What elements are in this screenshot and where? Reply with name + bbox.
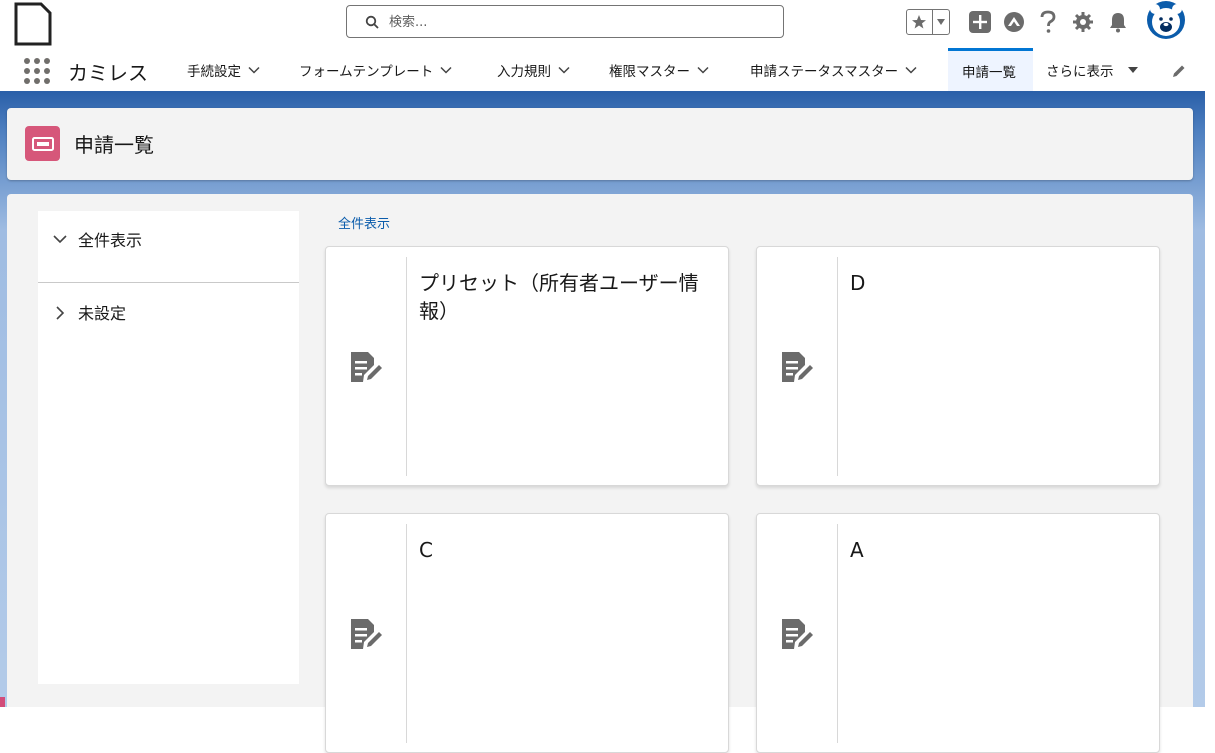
global-header xyxy=(0,0,1215,48)
chevron-down-icon[interactable] xyxy=(247,63,261,77)
divider xyxy=(406,524,407,743)
card-title: A xyxy=(850,538,864,562)
global-actions-add-icon[interactable] xyxy=(968,10,992,34)
chevron-down-icon[interactable] xyxy=(439,63,453,77)
document-edit-icon xyxy=(351,352,382,382)
nav-item-label: 申請一覧 xyxy=(962,65,1016,81)
application-card[interactable]: C xyxy=(325,513,729,753)
chevron-down-icon[interactable] xyxy=(696,63,710,77)
help-icon[interactable] xyxy=(1036,10,1060,34)
chevron-down-icon[interactable] xyxy=(557,63,571,77)
chevron-down-icon[interactable] xyxy=(933,10,949,34)
nav-item-label: 入力規則 xyxy=(497,63,551,80)
nav-item-label: フォームテンプレート xyxy=(299,63,434,80)
nav-item-application-list[interactable]: 申請一覧 xyxy=(948,48,1033,91)
nav-item-validation-rules[interactable]: 入力規則 xyxy=(497,48,571,91)
page-header: 申請一覧 xyxy=(7,108,1193,180)
card-title: D xyxy=(850,271,866,295)
filter-item-unset[interactable]: 未設定 xyxy=(38,283,299,353)
search-icon xyxy=(365,15,379,29)
card-title: C xyxy=(419,538,433,562)
filter-panel: 全件表示 未設定 xyxy=(38,211,299,684)
nav-item-status-master[interactable]: 申請ステータスマスター xyxy=(750,48,918,91)
nav-item-label: さらに表示 xyxy=(1046,63,1114,80)
trailhead-icon[interactable] xyxy=(1002,10,1026,34)
nav-item-permission-master[interactable]: 権限マスター xyxy=(609,48,710,91)
divider xyxy=(837,524,838,743)
filter-item-label: 全件表示 xyxy=(78,231,143,250)
edit-pencil-icon[interactable] xyxy=(1171,63,1187,79)
setup-gear-icon[interactable] xyxy=(1071,10,1095,34)
favorites-group xyxy=(906,9,950,35)
filter-item-label: 未設定 xyxy=(78,304,127,323)
search-input[interactable] xyxy=(387,10,771,35)
notifications-bell-icon[interactable] xyxy=(1106,10,1130,34)
divider xyxy=(406,257,407,476)
page-title: 申請一覧 xyxy=(74,133,154,157)
app-navigation-bar: カミレス 手続設定 フォームテンプレート 入力規則 権限マスター 申請ステータス… xyxy=(0,48,1205,91)
application-card[interactable]: D xyxy=(756,246,1160,486)
document-edit-icon xyxy=(782,619,813,649)
document-edit-icon xyxy=(782,352,813,382)
application-card[interactable]: プリセット（所有者ユーザー情報） xyxy=(325,246,729,486)
breadcrumb[interactable]: 全件表示 xyxy=(338,213,390,232)
favorites-star-icon[interactable] xyxy=(907,10,933,34)
global-search[interactable] xyxy=(346,5,784,38)
nav-item-label: 手続設定 xyxy=(187,63,241,80)
nav-item-more[interactable]: さらに表示 xyxy=(1046,48,1140,91)
chevron-right-icon[interactable] xyxy=(52,305,68,321)
filter-item-all[interactable]: 全件表示 xyxy=(38,211,299,281)
chevron-down-icon[interactable] xyxy=(52,231,68,247)
user-avatar-icon[interactable] xyxy=(1147,1,1185,39)
nav-item-form-template[interactable]: フォームテンプレート xyxy=(299,48,453,91)
nav-item-label: 申請ステータスマスター xyxy=(750,63,899,80)
logo-icon[interactable] xyxy=(14,2,52,46)
decorative-strip xyxy=(0,697,5,707)
app-name: カミレス xyxy=(68,61,148,85)
document-edit-icon xyxy=(351,619,382,649)
caret-down-icon[interactable] xyxy=(1126,63,1140,77)
card-title: プリセット（所有者ユーザー情報） xyxy=(419,271,699,323)
chevron-down-icon[interactable] xyxy=(904,63,918,77)
nav-item-label: 権限マスター xyxy=(609,63,690,80)
divider xyxy=(837,257,838,476)
ticket-icon xyxy=(25,126,60,161)
main-content: 全件表示 未設定 全件表示 プリセット（所有者ユーザー情報） D C A xyxy=(7,194,1193,753)
app-launcher-icon[interactable] xyxy=(24,58,50,84)
nav-item-procedure-settings[interactable]: 手続設定 xyxy=(187,48,261,91)
application-card[interactable]: A xyxy=(756,513,1160,753)
